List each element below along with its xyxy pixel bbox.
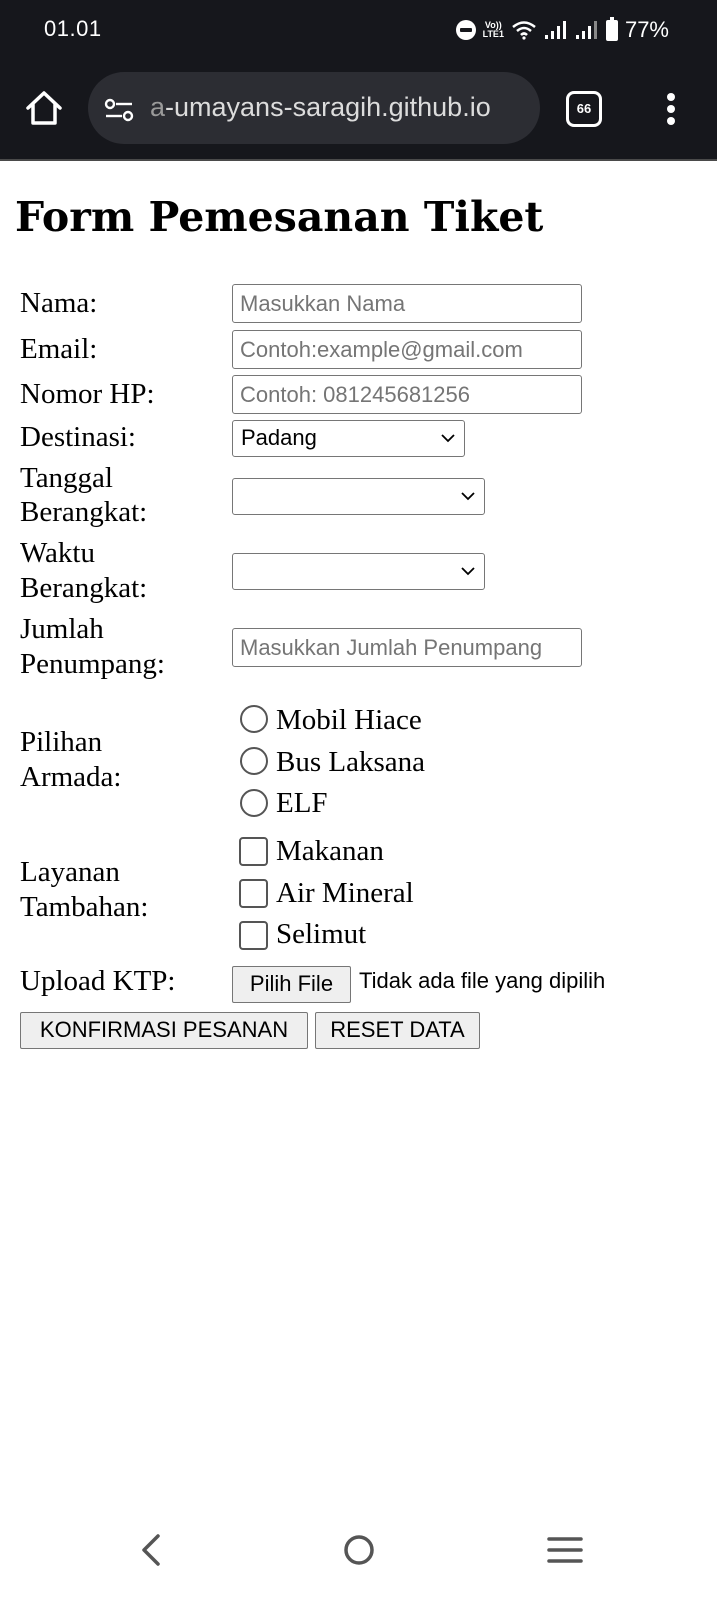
label-tanggal-line2: Berangkat: [20,496,148,528]
recent-apps-icon[interactable] [543,1528,587,1572]
armada-option-label: Mobil Hiace [276,704,422,736]
url-text[interactable]: a-umayans-saragih.github.io [150,92,491,123]
volte-line2: LTE1 [482,29,504,39]
label-upload-ktp: Upload KTP: [20,965,176,997]
layanan-option-label: Selimut [276,918,367,950]
label-armada-line2: Armada: [20,761,122,793]
label-nomor-hp: Nomor HP: [20,378,155,410]
back-icon[interactable] [130,1528,174,1572]
destinasi-selected-value: Padang [241,425,317,450]
chevron-down-icon [441,434,455,443]
url-text-faded: a [150,92,166,122]
label-tanggal-line1: Tanggal [20,462,113,494]
layanan-option-label: Air Mineral [276,877,414,909]
file-status-text: Tidak ada file yang dipilih [359,968,606,993]
url-text-main: -umayans-saragih.github.io [165,92,491,122]
volte-icon: Vo)) LTE1 [483,21,504,39]
label-waktu-line1: Waktu [20,537,95,569]
label-waktu-line2: Berangkat: [20,572,148,604]
system-nav-bar [0,1500,717,1600]
label-armada-line1: Pilihan [20,726,103,758]
home-icon[interactable] [337,1528,381,1572]
label-layanan-line1: Layanan [20,856,120,888]
nomor-hp-input[interactable] [232,375,582,414]
label-email: Email: [20,333,98,365]
armada-option-label: ELF [276,787,328,819]
browser-toolbar: a-umayans-saragih.github.io 66 [0,60,717,161]
status-bar: 01.01 Vo)) LTE1 77% [0,0,717,60]
armada-radio-bus-laksana[interactable] [240,747,268,775]
battery-percent: 77% [624,17,669,42]
destinasi-select[interactable]: Padang [232,420,465,457]
layanan-checkbox-selimut[interactable] [239,921,268,950]
chevron-down-icon [461,567,475,576]
layanan-checkbox-makanan[interactable] [239,837,268,866]
label-destinasi: Destinasi: [20,421,136,453]
signal-icon [575,21,597,39]
do-not-disturb-icon [455,20,476,40]
choose-file-button[interactable]: Pilih File [232,966,351,1003]
battery-icon [605,16,618,41]
armada-option-label: Bus Laksana [276,746,425,778]
label-jumlah-line1: Jumlah [20,613,104,645]
home-icon[interactable] [22,86,66,130]
chevron-down-icon [461,492,475,501]
status-icons: Vo)) LTE1 77% [455,16,669,44]
armada-radio-elf[interactable] [240,789,268,817]
label-jumlah-line2: Penumpang: [20,648,165,680]
armada-radio-mobil-hiace[interactable] [240,705,268,733]
reset-data-button[interactable]: RESET DATA [315,1012,480,1049]
layanan-checkbox-air-mineral[interactable] [239,879,268,908]
layanan-option-label: Makanan [276,835,384,867]
nama-input[interactable] [232,284,582,323]
page-title: Form Pemesanan Tiket [15,193,544,241]
address-bar[interactable]: a-umayans-saragih.github.io [88,72,540,144]
wifi-icon [512,21,536,40]
status-time: 01.01 [44,16,102,41]
more-options-icon[interactable] [665,93,677,127]
site-settings-icon[interactable] [104,98,134,122]
confirm-order-button[interactable]: KONFIRMASI PESANAN [20,1012,308,1049]
email-input[interactable] [232,330,582,369]
label-nama: Nama: [20,287,98,319]
waktu-berangkat-select[interactable] [232,553,485,590]
jumlah-penumpang-input[interactable] [232,628,582,667]
page-content: Form Pemesanan Tiket Nama: Email: Nomor … [0,163,717,1500]
tab-switcher-button[interactable]: 66 [566,91,602,127]
signal-icon [544,21,566,39]
label-layanan-line2: Tambahan: [20,891,149,923]
tanggal-berangkat-select[interactable] [232,478,485,515]
